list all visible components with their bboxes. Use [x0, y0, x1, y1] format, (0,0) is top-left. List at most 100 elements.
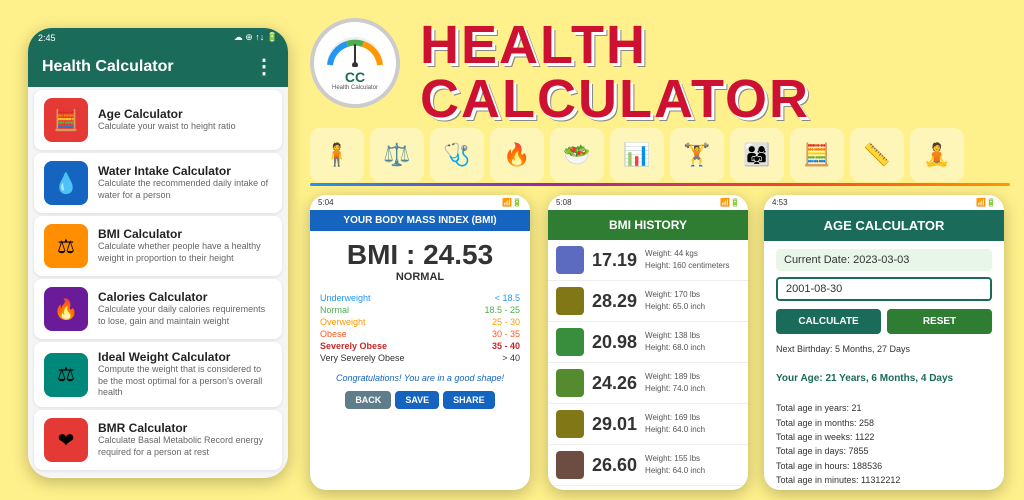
- menu-item[interactable]: ⚖ Ideal Weight Calculator Compute the we…: [34, 342, 282, 407]
- history-item-details: Weight: 170 lbs Height: 65.0 inch: [645, 289, 705, 313]
- obese-label: Obese: [320, 329, 347, 339]
- bmi-value-section: BMI : 24.53 NORMAL: [310, 231, 530, 287]
- history-weight: Weight: 189 lbs: [645, 371, 705, 383]
- left-phone: 2:45 ☁ ⊕ ↑↓ 🔋 Health Calculator ⋮ 🧮 Age …: [28, 28, 288, 478]
- history-header: BMI HISTORY: [548, 210, 748, 240]
- center-logo-area: CC Health Calculator HEALTH CALCULATOR: [310, 18, 810, 126]
- menu-desc: Calculate whether people have a healthy …: [98, 241, 272, 264]
- history-weight: Weight: 170 lbs: [645, 289, 705, 301]
- age-details-list: Total age in years: 21Total age in month…: [776, 401, 992, 490]
- menu-item[interactable]: 🧮 Age Calculator Calculate your waist to…: [34, 90, 282, 150]
- severely-range: 35 - 40: [492, 341, 520, 351]
- dob-input-row[interactable]: 2001-08-30: [776, 277, 992, 301]
- bmi-row-severely: Severely Obese 35 - 40: [320, 341, 520, 351]
- scale-icon: 📊: [610, 128, 664, 182]
- person-icon: 🧍: [310, 128, 364, 182]
- history-color-indicator: [556, 328, 584, 356]
- history-height: Height: 64.0 inch: [645, 465, 705, 477]
- history-time: 5:08: [556, 198, 572, 207]
- menu-icon: 🔥: [44, 287, 88, 331]
- app-title-line1: HEALTH: [420, 18, 810, 72]
- current-date-value: Current Date: 2023-03-03: [784, 254, 984, 266]
- age-content: Current Date: 2023-03-03 2001-08-30 CALC…: [764, 241, 1004, 490]
- history-list-item[interactable]: 20.98 Weight: 138 lbs Height: 68.0 inch: [548, 322, 748, 363]
- history-color-indicator: [556, 287, 584, 315]
- body-icon: 🧘: [910, 128, 964, 182]
- menu-text: Water Intake Calculator Calculate the re…: [98, 164, 272, 201]
- calculate-button[interactable]: CALCULATE: [776, 309, 881, 334]
- bmi-table: Underweight < 18.5 Normal 18.5 - 25 Over…: [310, 287, 530, 369]
- menu-desc: Compute the weight that is considered to…: [98, 364, 272, 399]
- bmi-number: BMI : 24.53: [314, 239, 526, 271]
- bmi-row-overweight: Overweight 25 - 30: [320, 317, 520, 327]
- very-severely-label: Very Severely Obese: [320, 353, 405, 363]
- share-button[interactable]: SHARE: [443, 391, 495, 409]
- normal-range: 18.5 - 25: [484, 305, 520, 315]
- more-options-icon[interactable]: ⋮: [254, 57, 274, 77]
- menu-title: Age Calculator: [98, 107, 236, 121]
- menu-item[interactable]: ❤ BMR Calculator Calculate Basal Metabol…: [34, 410, 282, 470]
- bmi-status-label: NORMAL: [314, 271, 526, 283]
- menu-icon: 🧮: [44, 98, 88, 142]
- menu-icon: ⚖: [44, 224, 88, 268]
- very-severely-range: > 40: [502, 353, 520, 363]
- underweight-range: < 18.5: [495, 293, 520, 303]
- age-phone: 4:53 📶🔋 AGE CALCULATOR Current Date: 202…: [764, 195, 1004, 490]
- age-icons: 📶🔋: [976, 198, 996, 207]
- app-title-line2: CALCULATOR: [420, 72, 810, 126]
- normal-label: Normal: [320, 305, 349, 315]
- current-date-row: Current Date: 2023-03-03: [776, 249, 992, 271]
- history-item-details: Weight: 155 lbs Height: 64.0 inch: [645, 453, 705, 477]
- save-button[interactable]: SAVE: [395, 391, 439, 409]
- history-item-details: Weight: 138 lbs Height: 68.0 inch: [645, 330, 705, 354]
- history-list-item[interactable]: 17.19 Weight: 44 kgs Height: 160 centime…: [548, 240, 748, 281]
- menu-title: Ideal Weight Calculator: [98, 350, 272, 364]
- bmi-phone: 5:04 📶🔋 YOUR BODY MASS INDEX (BMI) BMI :…: [310, 195, 530, 490]
- menu-text: Age Calculator Calculate your waist to h…: [98, 107, 236, 133]
- menu-text: BMR Calculator Calculate Basal Metabolic…: [98, 421, 272, 458]
- history-weight: Weight: 138 lbs: [645, 330, 705, 342]
- history-bmi-value: 17.19: [592, 250, 637, 271]
- menu-title: Calories Calculator: [98, 290, 272, 304]
- menu-title: BMR Calculator: [98, 421, 272, 435]
- history-item-details: Weight: 189 lbs Height: 74.0 inch: [645, 371, 705, 395]
- history-bmi-value: 26.60: [592, 455, 637, 476]
- status-bar-left: 2:45 ☁ ⊕ ↑↓ 🔋: [28, 28, 288, 47]
- bmi-status-time: 5:04: [318, 198, 334, 207]
- header-title: Health Calculator: [42, 58, 174, 76]
- menu-text: Calories Calculator Calculate your daily…: [98, 290, 272, 327]
- menu-item[interactable]: 💧 Water Intake Calculator Calculate the …: [34, 153, 282, 213]
- age-detail-row: Total age in hours: 188536: [776, 459, 992, 473]
- history-items-list: 17.19 Weight: 44 kgs Height: 160 centime…: [548, 240, 748, 486]
- bmi-row-underweight: Underweight < 18.5: [320, 293, 520, 303]
- status-time: 2:45: [38, 33, 56, 43]
- age-detail-row: Total age in months: 258: [776, 416, 992, 430]
- status-icons-right: ☁ ⊕ ↑↓ 🔋: [234, 32, 278, 43]
- menu-item[interactable]: ⚖ BMI Calculator Calculate whether peopl…: [34, 216, 282, 276]
- bmi-status-bar: 5:04 📶🔋: [310, 195, 530, 210]
- history-weight: Weight: 169 lbs: [645, 412, 705, 424]
- history-list-item[interactable]: 29.01 Weight: 169 lbs Height: 64.0 inch: [548, 404, 748, 445]
- bmi-gauge-icon: ⚖️: [370, 128, 424, 182]
- severely-label: Severely Obese: [320, 341, 387, 351]
- reset-button[interactable]: RESET: [887, 309, 992, 334]
- menu-text: Ideal Weight Calculator Compute the weig…: [98, 350, 272, 399]
- history-bmi-value: 20.98: [592, 332, 637, 353]
- menu-item[interactable]: 🔥 Calories Calculator Calculate your dai…: [34, 279, 282, 339]
- back-button[interactable]: BACK: [345, 391, 391, 409]
- history-color-indicator: [556, 410, 584, 438]
- history-height: Height: 64.0 inch: [645, 424, 705, 436]
- history-list-item[interactable]: 24.26 Weight: 189 lbs Height: 74.0 inch: [548, 363, 748, 404]
- bmi-status-icons: 📶🔋: [502, 198, 522, 207]
- history-height: Height: 65.0 inch: [645, 301, 705, 313]
- age-results: Next Birthday: 5 Months, 27 Days Your Ag…: [776, 342, 992, 490]
- menu-desc: Calculate your waist to height ratio: [98, 121, 236, 133]
- overweight-range: 25 - 30: [492, 317, 520, 327]
- calories-icon: 🔥: [490, 128, 544, 182]
- history-color-indicator: [556, 369, 584, 397]
- history-list-item[interactable]: 28.29 Weight: 170 lbs Height: 65.0 inch: [548, 281, 748, 322]
- history-weight: Weight: 44 kgs: [645, 248, 730, 260]
- menu-text: BMI Calculator Calculate whether people …: [98, 227, 272, 264]
- history-list-item[interactable]: 26.60 Weight: 155 lbs Height: 64.0 inch: [548, 445, 748, 486]
- age-detail-row: Total age in days: 7855: [776, 444, 992, 458]
